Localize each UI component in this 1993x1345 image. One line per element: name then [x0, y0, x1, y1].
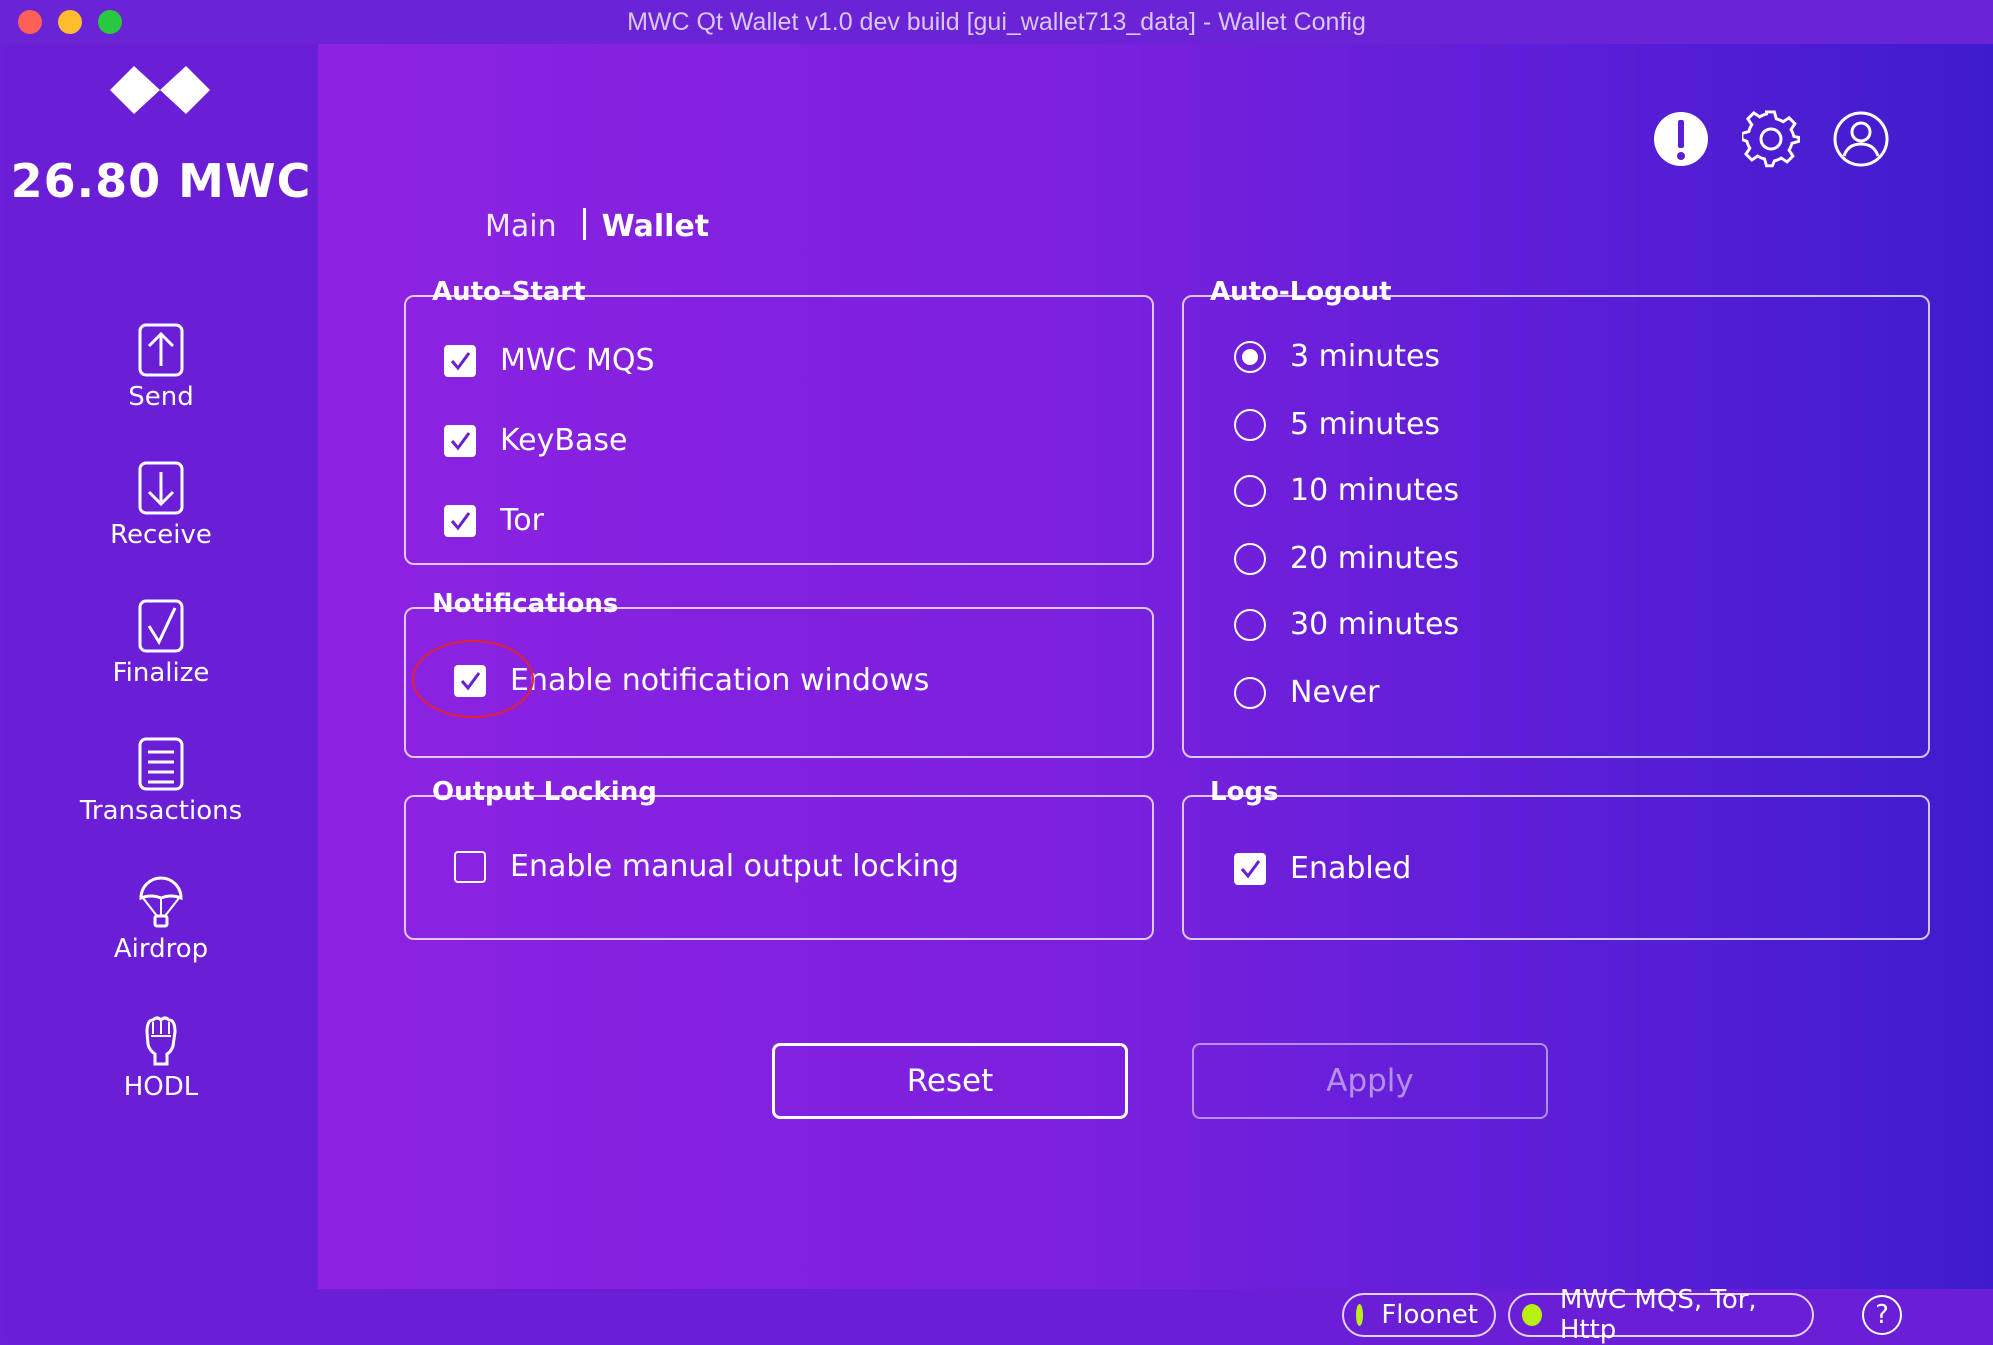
group-title: Auto-Logout: [1210, 277, 1392, 307]
tor-checkbox-row[interactable]: Tor: [444, 503, 544, 538]
tor-checkbox[interactable]: [444, 504, 476, 537]
auto-logout-group: Auto-Logout 3 minutes 5 minutes 10 minut…: [1182, 277, 1930, 758]
logout-never-radio-row[interactable]: Never: [1234, 675, 1379, 710]
logout-20-minutes-radio-row[interactable]: 20 minutes: [1234, 541, 1459, 576]
wallet-config-panel: Main Wallet Auto-Start MWC MQS KeyBase T…: [318, 44, 1993, 1289]
checkbox-label: Enabled: [1290, 851, 1412, 886]
apply-button[interactable]: Apply: [1192, 1043, 1548, 1119]
checkbox-label: KeyBase: [500, 423, 628, 458]
status-led-icon: [1356, 1304, 1364, 1326]
logs-enabled-checkbox-row[interactable]: Enabled: [1234, 851, 1411, 886]
listeners-status-pill[interactable]: MWC MQS, Tor, Http: [1508, 1285, 1814, 1345]
logs-group: Logs Enabled: [1182, 777, 1930, 940]
highlight-annotation: [412, 640, 534, 718]
tab-wallet[interactable]: Wallet: [602, 209, 710, 244]
group-title: Auto-Start: [432, 277, 586, 307]
sidebar-item-transactions[interactable]: Transactions: [4, 736, 318, 826]
logs-enabled-checkbox[interactable]: [1234, 852, 1266, 885]
sidebar-item-label: Airdrop: [113, 934, 209, 964]
wallet-balance: 26.80 MWC: [10, 154, 312, 208]
finalize-icon: [138, 599, 184, 653]
account-icon[interactable]: [1832, 110, 1890, 172]
radio-label: Never: [1290, 675, 1380, 710]
receive-icon: [138, 461, 184, 515]
settings-gear-icon[interactable]: [1740, 110, 1801, 172]
radio-label: 20 minutes: [1290, 541, 1460, 576]
logout-10-minutes-radio-row[interactable]: 10 minutes: [1234, 473, 1459, 508]
sidebar-item-finalize[interactable]: Finalize: [4, 598, 318, 688]
sidebar-item-label: HODL: [123, 1072, 199, 1102]
group-title: Notifications: [432, 589, 619, 619]
send-icon: [138, 323, 184, 377]
logout-20-minutes-radio[interactable]: [1234, 542, 1266, 575]
status-bar: Floonet MWC MQS, Tor, Http ?: [318, 1285, 1993, 1345]
hodl-icon: [145, 1016, 177, 1066]
radio-label: 30 minutes: [1290, 607, 1460, 642]
manual-output-locking-checkbox-row[interactable]: Enable manual output locking: [454, 849, 959, 884]
sidebar: 26.80 MWC Send Receive Finalize Transact…: [4, 44, 318, 1341]
network-status-pill[interactable]: Floonet: [1342, 1293, 1496, 1337]
auto-start-group: Auto-Start MWC MQS KeyBase Tor: [404, 277, 1154, 565]
radio-label: 10 minutes: [1290, 473, 1460, 508]
sidebar-item-label: Receive: [110, 520, 212, 550]
sidebar-item-label: Transactions: [79, 796, 243, 826]
listeners-label: MWC MQS, Tor, Http: [1559, 1285, 1757, 1345]
output-locking-group: Output Locking Enable manual output lock…: [404, 777, 1154, 940]
logout-5-minutes-radio-row[interactable]: 5 minutes: [1234, 407, 1440, 442]
logout-30-minutes-radio-row[interactable]: 30 minutes: [1234, 607, 1459, 642]
app-window: MWC Qt Wallet v1.0 dev build [gui_wallet…: [0, 0, 1993, 1345]
radio-label: 3 minutes: [1290, 339, 1441, 374]
window-title: MWC Qt Wallet v1.0 dev build [gui_wallet…: [627, 8, 1366, 36]
sidebar-item-label: Send: [128, 382, 194, 412]
title-bar: MWC Qt Wallet v1.0 dev build [gui_wallet…: [0, 0, 1993, 44]
status-led-icon: [1522, 1304, 1542, 1326]
tab-divider: [582, 208, 586, 240]
keybase-checkbox-row[interactable]: KeyBase: [444, 423, 627, 458]
logout-30-minutes-radio[interactable]: [1234, 608, 1266, 641]
radio-selected-dot: [1242, 348, 1258, 365]
checkbox-label: Enable notification windows: [510, 663, 930, 698]
mwc-mqs-checkbox-row[interactable]: MWC MQS: [444, 343, 655, 378]
logout-5-minutes-radio[interactable]: [1234, 408, 1266, 441]
mwc-logo-icon: [108, 64, 212, 120]
radio-label: 5 minutes: [1290, 407, 1441, 442]
logout-3-minutes-radio-row[interactable]: 3 minutes: [1234, 339, 1440, 374]
transactions-icon: [138, 737, 184, 791]
sidebar-item-receive[interactable]: Receive: [4, 460, 318, 550]
checkbox-label: Tor: [500, 503, 544, 538]
help-button[interactable]: ?: [1862, 1295, 1902, 1335]
mwc-mqs-checkbox[interactable]: [444, 344, 476, 377]
alert-icon[interactable]: [1652, 110, 1710, 172]
checkbox-label: MWC MQS: [500, 343, 655, 378]
network-label: Floonet: [1381, 1300, 1478, 1330]
logout-10-minutes-radio[interactable]: [1234, 474, 1266, 507]
checkbox-label: Enable manual output locking: [510, 849, 960, 884]
logout-3-minutes-radio[interactable]: [1234, 340, 1266, 373]
reset-button[interactable]: Reset: [772, 1043, 1128, 1119]
logout-never-radio[interactable]: [1234, 676, 1266, 709]
keybase-checkbox[interactable]: [444, 424, 476, 457]
sidebar-item-hodl[interactable]: HODL: [4, 1012, 318, 1102]
airdrop-icon: [139, 876, 183, 928]
tab-main[interactable]: Main: [485, 209, 557, 244]
sidebar-item-airdrop[interactable]: Airdrop: [4, 874, 318, 964]
group-title: Logs: [1210, 777, 1279, 807]
group-title: Output Locking: [432, 777, 657, 807]
sidebar-item-label: Finalize: [112, 658, 210, 688]
manual-output-locking-checkbox[interactable]: [454, 850, 486, 883]
config-tabs: Main Wallet: [485, 208, 709, 244]
sidebar-item-send[interactable]: Send: [4, 322, 318, 412]
